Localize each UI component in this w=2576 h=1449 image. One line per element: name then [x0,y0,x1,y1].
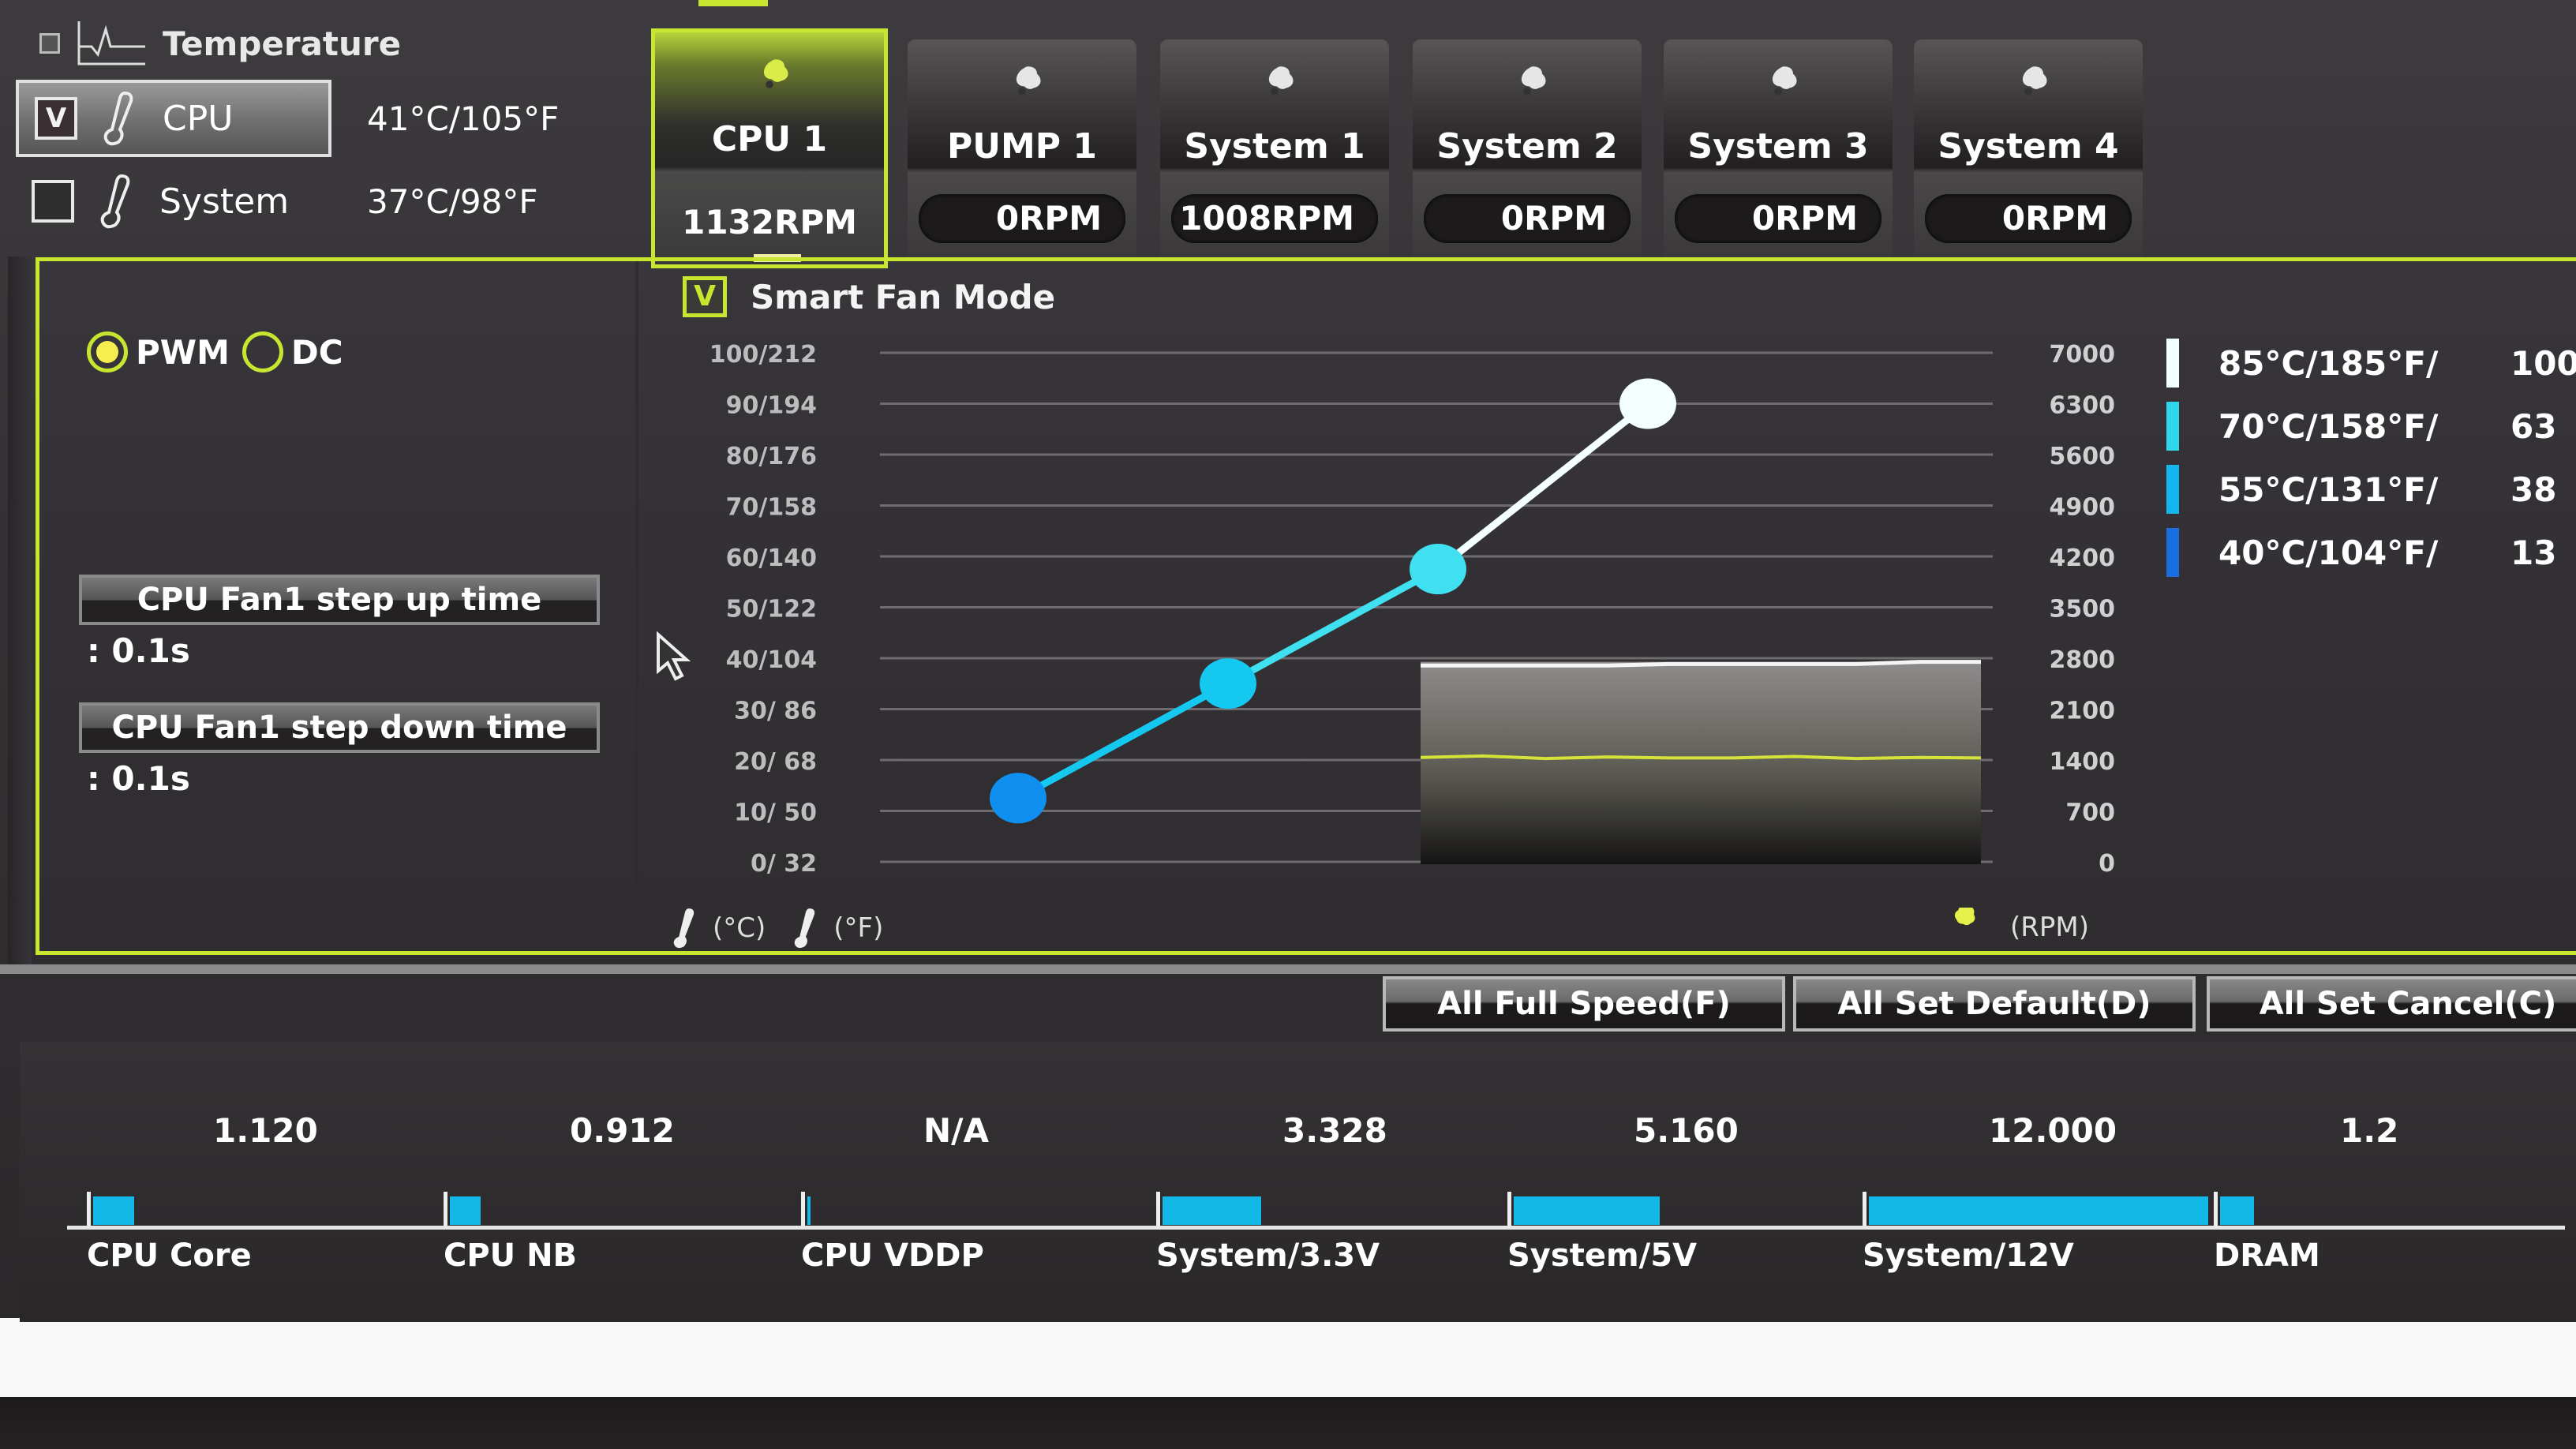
voltage-value: 1.120 [213,1111,318,1150]
left-tick-label: 100/212 [710,341,817,369]
thermometer-icon [795,908,815,949]
legend-percent: 13 [2510,533,2557,572]
voltage-tick [444,1192,447,1227]
curve-point-4[interactable] [1619,378,1676,429]
voltage-tick [1156,1192,1160,1227]
voltage-label: CPU NB [444,1237,578,1274]
voltage-tick [1507,1192,1511,1227]
right-tick-label: 6300 [2050,392,2116,420]
legend-swatch [2166,339,2179,388]
legend-temp: 55°C/131°F/ [2218,470,2439,509]
voltage-tick [801,1192,805,1227]
all-set-cancel-button[interactable]: All Set Cancel(C) [2207,976,2576,1032]
voltage-tick [1863,1192,1866,1227]
left-tick-label: 0/ 32 [751,850,817,878]
left-tick-label: 80/176 [726,443,817,470]
monitor-bezel [0,1397,2576,1449]
rpm-unit: (RPM) [1938,908,2102,947]
left-tick-label: 90/194 [726,392,817,420]
left-tick-label: 70/158 [726,494,817,522]
right-tick-label: 2100 [2050,698,2116,725]
left-tick-label: 20/ 68 [734,748,817,776]
all-set-default-button[interactable]: All Set Default(D) [1793,976,2196,1032]
right-tick-label: 4200 [2050,545,2116,572]
left-tick-label: 30/ 86 [734,698,817,725]
legend-temp: 40°C/104°F/ [2218,533,2439,572]
background-wall [0,1318,2576,1397]
voltage-label: CPU Core [87,1237,252,1274]
legend-percent: 63 [2510,406,2557,446]
voltage-label: System/5V [1507,1237,1698,1274]
fan-curve-legend: 85°C/185°F/100 70°C/158°F/63 55°C/131°F/38… [2166,331,2576,584]
voltage-bar [1163,1196,1261,1225]
voltage-value: 1.2 [2340,1111,2399,1150]
legend-item: 55°C/131°F/38 [2166,458,2576,521]
curve-point-1[interactable] [990,773,1046,824]
legend-swatch [2166,402,2179,451]
voltage-bar [1514,1196,1660,1225]
curve-point-3[interactable] [1410,544,1466,595]
voltage-value: 3.328 [1282,1111,1387,1150]
action-bar [0,964,2576,974]
right-tick-label: 700 [2065,799,2115,827]
voltage-value: 5.160 [1634,1111,1739,1150]
unit-fahrenheit: (°F) [833,912,884,944]
voltage-tick [87,1192,91,1227]
voltage-baseline [67,1226,2565,1230]
legend-swatch [2166,465,2179,514]
left-tick-label: 40/104 [726,646,817,674]
voltage-label: DRAM [2214,1237,2320,1274]
right-tick-label: 4900 [2050,494,2116,522]
legend-temp: 85°C/185°F/ [2218,343,2439,383]
voltage-value: N/A [923,1111,989,1150]
voltage-bar [93,1196,134,1225]
thermometer-icon [673,908,695,949]
curve-point-2[interactable] [1200,658,1256,710]
all-full-speed-button[interactable]: All Full Speed(F) [1383,976,1785,1032]
voltage-label: System/12V [1863,1237,2074,1274]
right-tick-label: 1400 [2050,748,2116,776]
right-tick-label: 5600 [2050,443,2116,470]
right-tick-label: 0 [2099,850,2115,878]
voltage-panel [20,1042,2576,1322]
right-tick-label: 3500 [2050,596,2116,623]
voltage-bar [2220,1196,2254,1225]
voltage-bar [450,1196,481,1225]
voltage-value: 12.000 [1989,1111,2117,1150]
right-tick-label: 7000 [2050,341,2116,369]
legend-item: 40°C/104°F/13 [2166,521,2576,584]
unit-rpm: (RPM) [2010,912,2089,943]
legend-swatch [2166,528,2179,577]
right-tick-label: 2800 [2050,646,2116,674]
legend-temp: 70°C/158°F/ [2218,406,2439,446]
curve-segment [1436,400,1650,572]
voltage-value: 0.912 [570,1111,675,1150]
temperature-units: (°C) (°F) [667,906,896,950]
legend-item: 85°C/185°F/100 [2166,331,2576,395]
legend-item: 70°C/158°F/63 [2166,395,2576,458]
left-tick-label: 10/ 50 [734,799,817,827]
left-tick-label: 60/140 [726,545,817,572]
monitor-history-box [1421,661,1981,864]
voltage-bar [1869,1196,2208,1225]
left-tick-label: 50/122 [726,596,817,623]
voltage-label: CPU VDDP [801,1237,984,1274]
voltage-bar [807,1196,811,1225]
unit-celsius: (°C) [713,912,766,944]
legend-percent: 38 [2510,470,2557,509]
curve-segment [1016,680,1230,802]
curve-segment [1226,566,1440,687]
legend-percent: 100 [2510,343,2576,383]
voltage-label: System/3.3V [1156,1237,1380,1274]
fan-icon [1954,908,1975,926]
voltage-tick [2214,1192,2218,1227]
